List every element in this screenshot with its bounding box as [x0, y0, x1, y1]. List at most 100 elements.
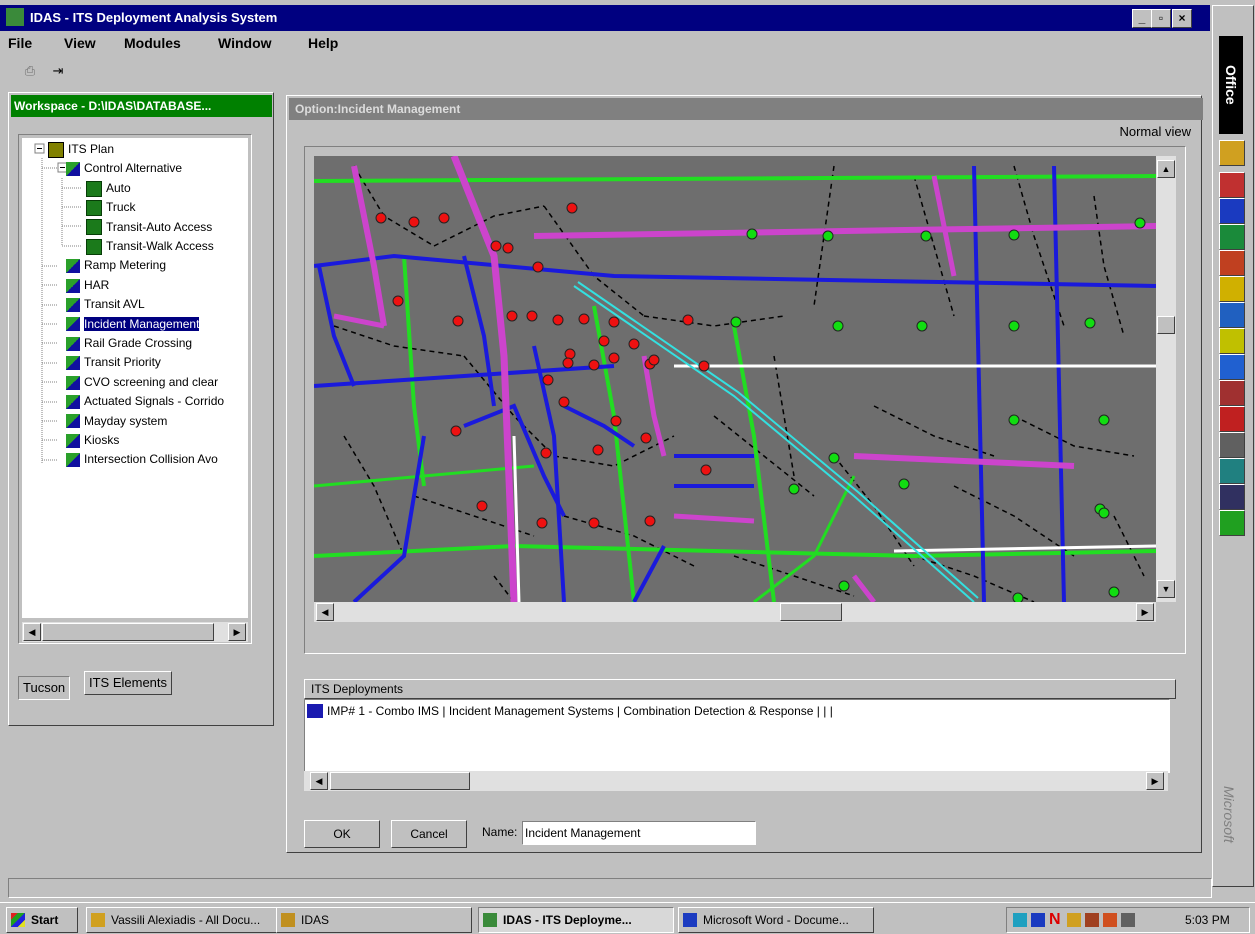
- map-scroll-right-button[interactable]: ▶: [1136, 603, 1154, 621]
- incident-node-red[interactable]: [578, 313, 590, 325]
- name-input[interactable]: Incident Management: [522, 821, 756, 845]
- incident-node-red[interactable]: [648, 354, 660, 366]
- word-icon[interactable]: [1219, 198, 1245, 224]
- find-icon[interactable]: [1219, 302, 1245, 328]
- incident-node-red[interactable]: [476, 500, 488, 512]
- tree-hscrollbar[interactable]: ◀ ▶: [22, 622, 248, 642]
- incident-node-red[interactable]: [452, 315, 464, 327]
- incident-node-red[interactable]: [640, 432, 652, 444]
- incident-node-red[interactable]: [628, 338, 640, 350]
- incident-node-red[interactable]: [526, 310, 538, 322]
- detection-node-green[interactable]: [1008, 320, 1020, 332]
- incident-node-red[interactable]: [540, 447, 552, 459]
- menu-file[interactable]: File: [8, 35, 32, 51]
- tree-item[interactable]: Truck: [86, 198, 136, 217]
- tree-item[interactable]: Transit Priority: [66, 353, 161, 371]
- detection-node-green[interactable]: [788, 483, 800, 495]
- tools-icon[interactable]: [1219, 484, 1245, 510]
- scroll-thumb[interactable]: [42, 623, 214, 641]
- tab-its-elements[interactable]: ITS Elements: [84, 671, 173, 695]
- detection-node-green[interactable]: [1098, 507, 1110, 519]
- workspace-tree[interactable]: ITS Plan Control Alternative Auto Truck Tran…: [22, 138, 248, 642]
- tree-item[interactable]: Kiosks: [66, 431, 119, 449]
- task-vassili[interactable]: Vassili Alexiadis - All Docu...: [86, 907, 282, 933]
- incident-node-red[interactable]: [588, 359, 600, 371]
- task-idas-active[interactable]: IDAS - ITS Deployme...: [478, 907, 674, 933]
- incident-node-red[interactable]: [438, 212, 450, 224]
- dep-scroll-left-button[interactable]: ◀: [310, 772, 328, 790]
- incident-node-red[interactable]: [564, 348, 576, 360]
- tree-item[interactable]: Mayday system: [66, 412, 167, 430]
- detection-node-green[interactable]: [1012, 592, 1024, 602]
- tree-item[interactable]: Intersection Collision Avo: [66, 450, 218, 468]
- detection-node-green[interactable]: [1008, 414, 1020, 426]
- incident-node-red[interactable]: [375, 212, 387, 224]
- tree-item[interactable]: Transit AVL: [66, 295, 145, 313]
- binder-icon[interactable]: [1219, 172, 1245, 198]
- print-icon[interactable]: ⎙: [18, 60, 42, 82]
- key-icon[interactable]: [1219, 276, 1245, 302]
- map-vscrollbar[interactable]: ▲ ▼: [1156, 156, 1176, 602]
- incident-node-red[interactable]: [700, 464, 712, 476]
- scroll-up-button[interactable]: ▲: [1157, 160, 1175, 178]
- incident-node-red[interactable]: [610, 415, 622, 427]
- detection-node-green[interactable]: [822, 230, 834, 242]
- incident-node-red[interactable]: [562, 357, 574, 369]
- tree-item[interactable]: CVO screening and clear: [66, 373, 218, 391]
- detection-node-green[interactable]: [1134, 217, 1146, 229]
- map-hscrollbar[interactable]: ◀ ▶: [314, 602, 1156, 622]
- incident-node-red[interactable]: [502, 242, 514, 254]
- detection-node-green[interactable]: [1084, 317, 1096, 329]
- incident-node-red[interactable]: [542, 374, 554, 386]
- incident-node-red[interactable]: [598, 335, 610, 347]
- detection-node-green[interactable]: [1008, 229, 1020, 241]
- tree-item[interactable]: Rail Grade Crossing: [66, 334, 192, 352]
- incident-node-red[interactable]: [558, 396, 570, 408]
- detection-node-green[interactable]: [916, 320, 928, 332]
- incident-node-red[interactable]: [506, 310, 518, 322]
- tree-item[interactable]: ITS Plan: [48, 140, 114, 158]
- detection-node-green[interactable]: [898, 478, 910, 490]
- detection-node-green[interactable]: [838, 580, 850, 592]
- deployment-row[interactable]: IMP# 1 - Combo IMS | Incident Management…: [327, 704, 833, 718]
- office-icon[interactable]: [1219, 140, 1245, 166]
- vscroll-thumb[interactable]: [1157, 316, 1175, 334]
- restore-button[interactable]: ▫: [1151, 9, 1171, 28]
- norton-icon[interactable]: N: [1049, 911, 1061, 929]
- incident-node-red[interactable]: [536, 517, 548, 529]
- dep-scroll-thumb[interactable]: [330, 772, 470, 790]
- start-button[interactable]: Start: [6, 907, 78, 933]
- detection-node-green[interactable]: [1108, 586, 1120, 598]
- mixed-icon[interactable]: [1219, 380, 1245, 406]
- incident-node-red[interactable]: [566, 202, 578, 214]
- detection-node-green[interactable]: [746, 228, 758, 240]
- incident-node-red[interactable]: [682, 314, 694, 326]
- deployments-hscrollbar[interactable]: ◀ ▶: [304, 771, 1168, 791]
- dep-scroll-right-button[interactable]: ▶: [1146, 772, 1164, 790]
- tree-item[interactable]: Control Alternative: [66, 159, 182, 177]
- menu-modules[interactable]: Modules: [124, 35, 181, 51]
- menu-window[interactable]: Window: [218, 35, 272, 51]
- clipboard-icon[interactable]: [1219, 432, 1245, 458]
- powerpoint-icon[interactable]: [1219, 250, 1245, 276]
- tree-item[interactable]: Ramp Metering: [66, 256, 166, 274]
- tray-app-icon[interactable]: [1067, 913, 1081, 927]
- ok-button[interactable]: OK: [304, 820, 380, 848]
- face-icon[interactable]: [1219, 458, 1245, 484]
- close-button[interactable]: ×: [1172, 9, 1192, 28]
- green-icon[interactable]: [1219, 510, 1245, 536]
- acrobat-icon[interactable]: [1219, 406, 1245, 432]
- tray-app2-icon[interactable]: [1085, 913, 1099, 927]
- minimize-button[interactable]: _: [1132, 9, 1152, 28]
- deployments-list[interactable]: IMP# 1 - Combo IMS | Incident Management…: [304, 699, 1170, 773]
- incident-node-red[interactable]: [392, 295, 404, 307]
- incident-node-red[interactable]: [644, 515, 656, 527]
- detection-node-green[interactable]: [1098, 414, 1110, 426]
- task-word[interactable]: Microsoft Word - Docume...: [678, 907, 874, 933]
- incident-node-red[interactable]: [490, 240, 502, 252]
- tab-tucson[interactable]: Tucson: [18, 676, 71, 700]
- incident-node-red[interactable]: [608, 316, 620, 328]
- ie-icon[interactable]: [1219, 354, 1245, 380]
- exit-icon[interactable]: ⇥: [46, 60, 70, 82]
- tree-item[interactable]: HAR: [66, 276, 109, 294]
